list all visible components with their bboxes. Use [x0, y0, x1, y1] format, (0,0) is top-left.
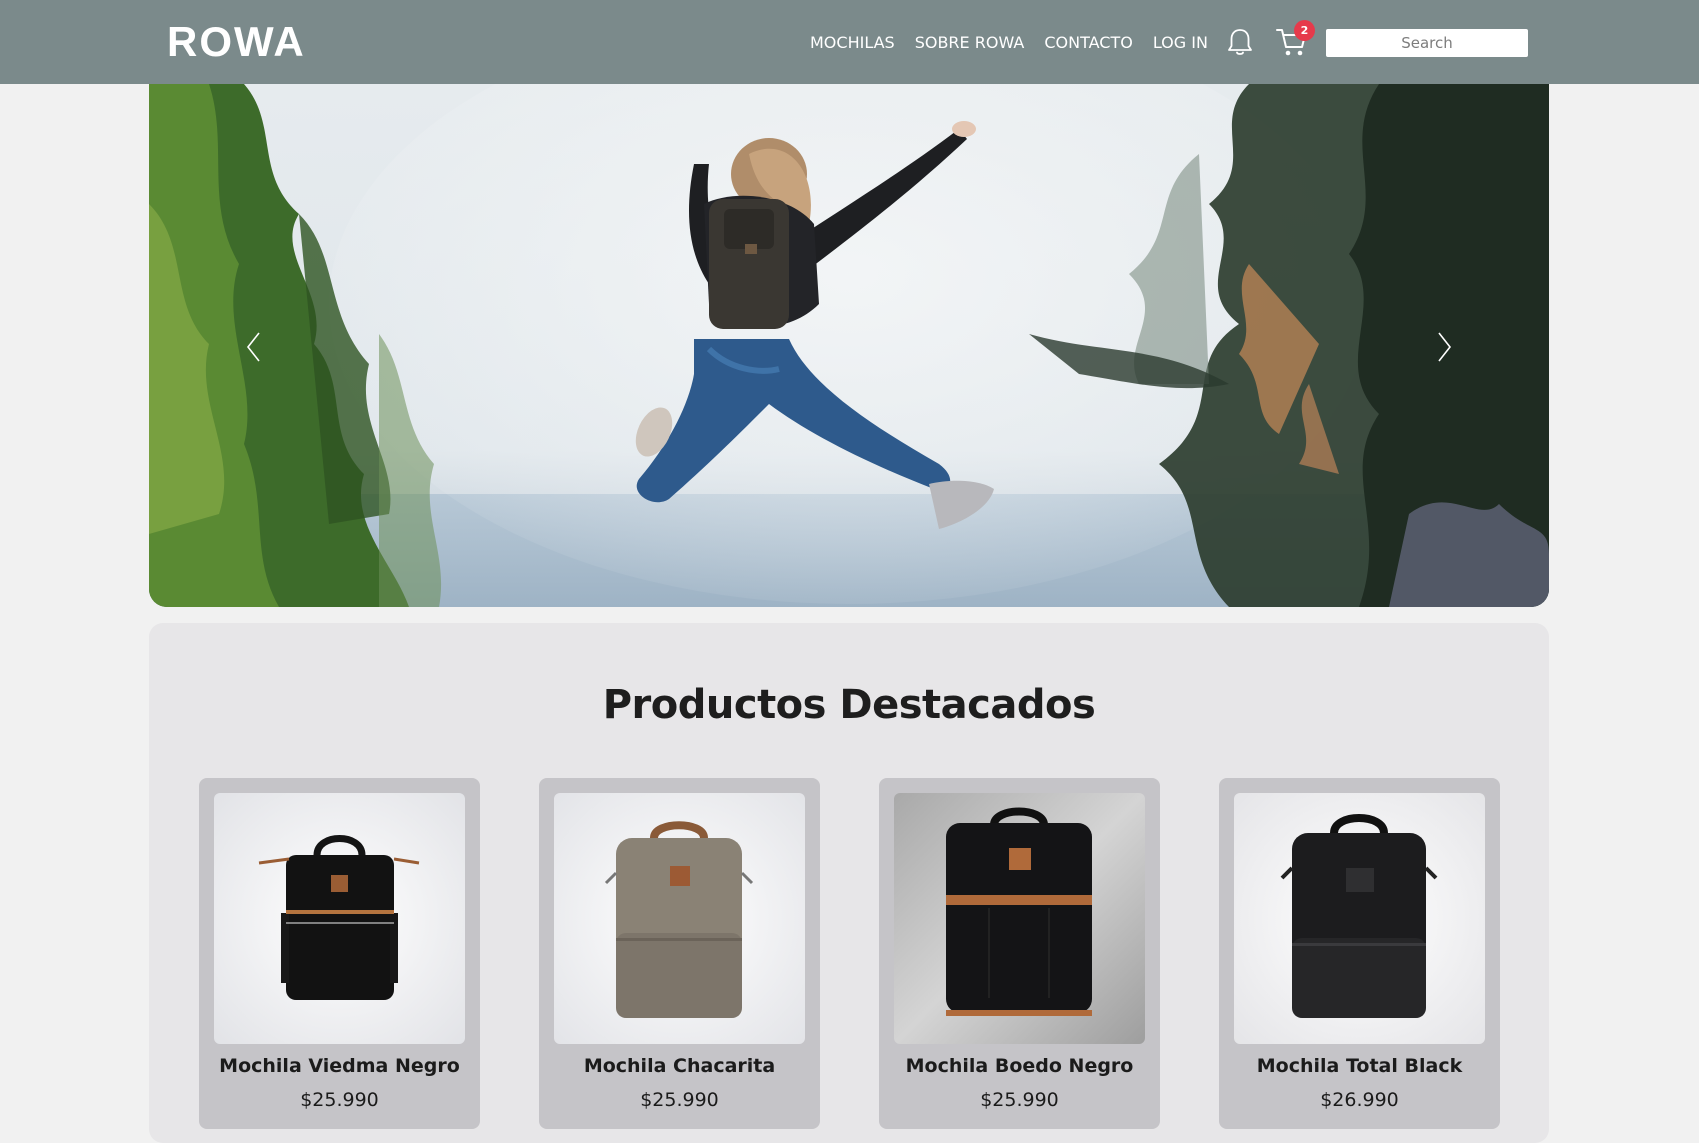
chevron-right-icon[interactable] [1432, 330, 1456, 364]
hero-image [149, 84, 1549, 607]
logo-text: ROWA [167, 20, 306, 64]
cart-count-badge: 2 [1294, 20, 1315, 41]
nav-contacto[interactable]: CONTACTO [1044, 33, 1132, 52]
product-price: $26.990 [1320, 1089, 1399, 1111]
search-input[interactable] [1326, 29, 1528, 57]
rowa-logo[interactable]: ROWA [167, 20, 319, 64]
featured-title: Productos Destacados [602, 682, 1096, 728]
top-navbar: ROWA MOCHILAS SOBRE ROWA CONTACTO LOG IN… [0, 0, 1699, 84]
product-name: Mochila Chacarita [583, 1055, 776, 1077]
product-image [554, 793, 805, 1044]
nav-sobre-rowa[interactable]: SOBRE ROWA [915, 33, 1025, 52]
product-card[interactable]: Mochila Total Black $26.990 [1219, 778, 1500, 1129]
chevron-left-icon[interactable] [242, 330, 266, 364]
product-image [894, 793, 1145, 1044]
product-card[interactable]: Mochila Boedo Negro $25.990 [879, 778, 1160, 1129]
product-name: Mochila Viedma Negro [219, 1055, 460, 1077]
bell-icon[interactable] [1226, 27, 1254, 57]
product-image [214, 793, 465, 1044]
featured-products-section: Productos Destacados Mochila Viedma Negr… [149, 623, 1549, 1143]
product-name: Mochila Boedo Negro [905, 1055, 1134, 1077]
product-card[interactable]: Mochila Chacarita $25.990 [539, 778, 820, 1129]
main-nav: MOCHILAS SOBRE ROWA CONTACTO LOG IN [810, 0, 1208, 84]
product-card[interactable]: Mochila Viedma Negro $25.990 [199, 778, 480, 1129]
nav-log-in[interactable]: LOG IN [1153, 33, 1208, 52]
product-price: $25.990 [980, 1089, 1059, 1111]
nav-mochilas[interactable]: MOCHILAS [810, 33, 895, 52]
product-image [1234, 793, 1485, 1044]
product-price: $25.990 [640, 1089, 719, 1111]
product-name: Mochila Total Black [1256, 1055, 1463, 1077]
product-price: $25.990 [300, 1089, 379, 1111]
hero-carousel [149, 84, 1549, 607]
